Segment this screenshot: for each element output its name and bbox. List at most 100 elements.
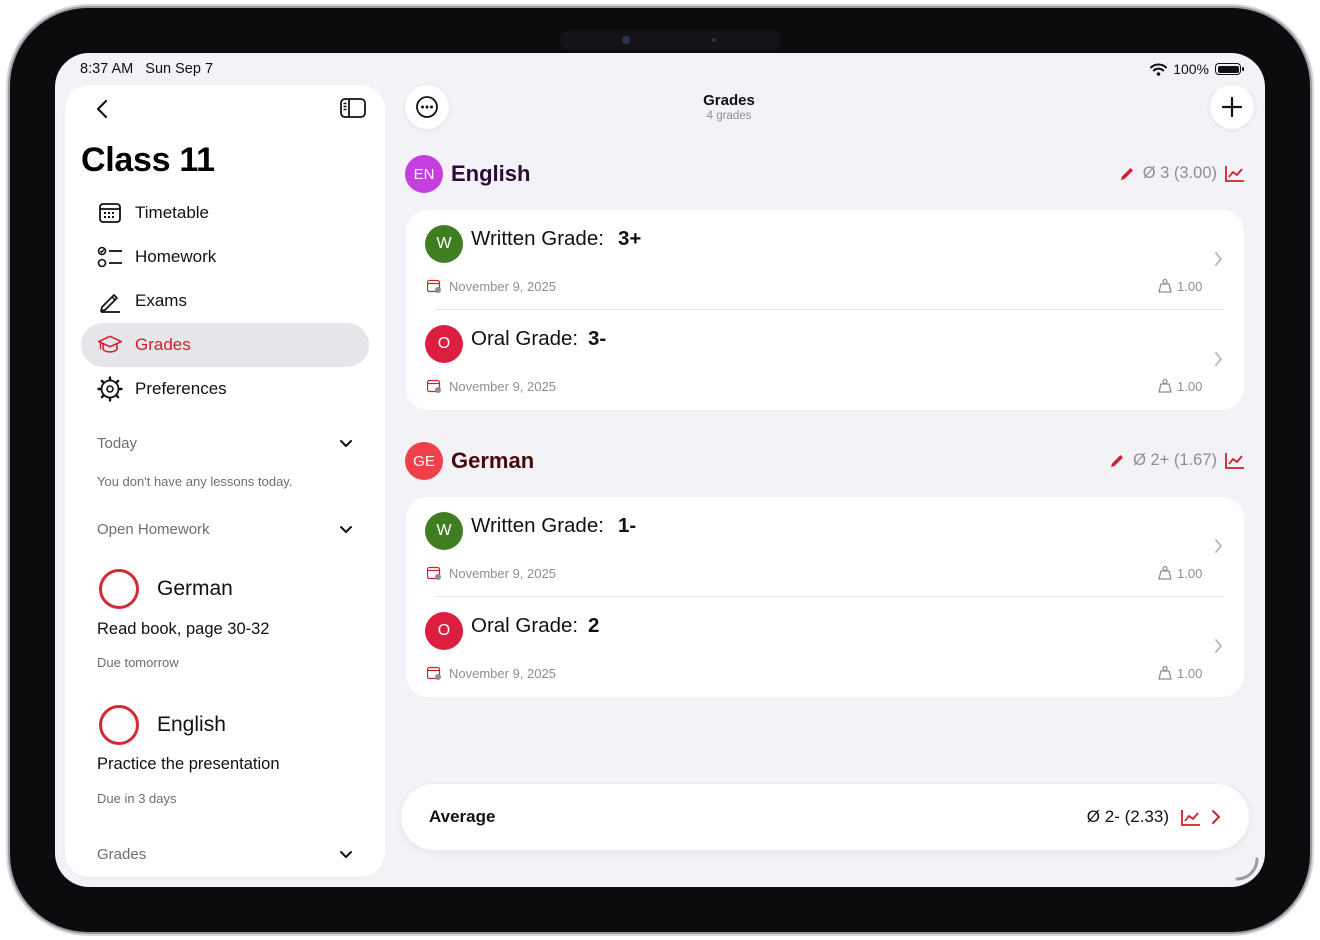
- sidebar-item-timetable[interactable]: Timetable: [81, 191, 369, 235]
- subject-header-english: EN English Ø 3 (3.00): [405, 155, 1245, 195]
- line-chart-icon: [1181, 810, 1200, 826]
- grade-row[interactable]: W Written Grade: 3+ November 9, 2025 1.0…: [406, 210, 1244, 310]
- sidebar-item-homework[interactable]: Homework: [81, 235, 369, 279]
- screen: 8:37 AM Sun Sep 7 100% Class 11 Timetabl…: [55, 53, 1265, 887]
- sidebar-item-preferences[interactable]: Preferences: [81, 367, 369, 411]
- subject-name: German: [451, 448, 535, 473]
- add-grade-button[interactable]: [1210, 85, 1254, 129]
- sidebar-nav: Timetable Homework Exams Grades Preferen…: [81, 191, 369, 411]
- grade-value: 1-: [618, 514, 637, 537]
- chevron-right-icon: [1212, 810, 1220, 824]
- sidebar-title: Class 11: [81, 141, 215, 179]
- grade-row[interactable]: O Oral Grade: 2 November 9, 2025 1.00: [406, 597, 1244, 697]
- grade-date: November 9, 2025: [449, 279, 556, 294]
- grade-type-label: Written Grade:: [471, 227, 604, 250]
- back-chevron-icon[interactable]: [93, 97, 113, 121]
- sidebar-item-grades[interactable]: Grades: [81, 323, 369, 367]
- chevron-right-icon: [1215, 539, 1222, 553]
- battery-percent: 100%: [1173, 61, 1209, 77]
- status-indicators: 100%: [1150, 61, 1244, 77]
- calendar-badge-icon: [427, 666, 441, 680]
- subject-header-german: GE German Ø 2+ (1.67): [405, 442, 1245, 482]
- calendar-badge-icon: [427, 379, 441, 393]
- weight-icon: [1158, 378, 1172, 393]
- battery-icon: [1215, 63, 1244, 75]
- status-time: 8:37 AM Sun Sep 7: [80, 61, 213, 77]
- more-options-button[interactable]: [405, 85, 449, 129]
- weight-icon: [1158, 278, 1172, 293]
- grade-weight: 1.00: [1177, 666, 1203, 681]
- weight-icon: [1158, 565, 1172, 580]
- homework-checkbox[interactable]: [99, 705, 139, 745]
- sidebar: Class 11 Timetable Homework Exams Grades…: [65, 85, 385, 877]
- calendar-badge-icon: [427, 566, 441, 580]
- grade-type-badge: O: [425, 612, 463, 650]
- edit-pencil-icon[interactable]: [1119, 166, 1135, 182]
- grade-date: November 9, 2025: [449, 666, 556, 681]
- homework-due: Due in 3 days: [97, 791, 177, 806]
- pencil-icon: [97, 288, 123, 314]
- grade-weight: 1.00: [1177, 379, 1203, 394]
- subject-average-value: Ø 2+ (1.67): [1133, 451, 1217, 469]
- grade-date: November 9, 2025: [449, 566, 556, 581]
- subject-average-value: Ø 3 (3.00): [1142, 164, 1217, 182]
- checklist-icon: [97, 244, 123, 270]
- sidebar-item-label: Preferences: [135, 379, 227, 398]
- homework-subject: English: [157, 713, 226, 736]
- line-chart-icon[interactable]: [1225, 165, 1245, 183]
- subject-badge: EN: [405, 155, 443, 193]
- subject-average: Ø 2+ (1.67): [1109, 451, 1245, 470]
- sidebar-toggle-icon[interactable]: [339, 97, 367, 119]
- chevron-right-icon: [1215, 352, 1222, 366]
- edit-pencil-icon[interactable]: [1109, 453, 1125, 469]
- grade-type-label: Oral Grade:: [471, 614, 579, 637]
- subject-average: Ø 3 (3.00): [1119, 164, 1245, 183]
- grade-card-german: W Written Grade: 1- November 9, 2025 1.0…: [406, 497, 1244, 697]
- graduation-cap-icon: [97, 332, 123, 358]
- line-chart-icon[interactable]: [1225, 452, 1245, 470]
- sidebar-item-label: Exams: [135, 291, 187, 310]
- sidebar-item-label: Grades: [135, 335, 191, 354]
- homework-checkbox[interactable]: [99, 569, 139, 609]
- grade-date: November 9, 2025: [449, 379, 556, 394]
- section-open-homework-header[interactable]: Open Homework: [97, 521, 210, 538]
- chevron-down-icon[interactable]: [339, 850, 353, 860]
- grade-row[interactable]: W Written Grade: 1- November 9, 2025 1.0…: [406, 497, 1244, 597]
- grade-value: 3+: [618, 227, 642, 250]
- section-grades-header[interactable]: Grades: [97, 846, 146, 863]
- gear-icon: [97, 376, 123, 402]
- average-summary-bar[interactable]: Average Ø 2- (2.33): [401, 784, 1249, 850]
- chevron-right-icon: [1215, 252, 1222, 266]
- grade-card-english: W Written Grade: 3+ November 9, 2025 1.0…: [406, 210, 1244, 410]
- status-clock: 8:37 AM: [80, 61, 134, 77]
- grade-value: 2: [588, 614, 600, 637]
- weight-icon: [1158, 665, 1172, 680]
- section-today-header[interactable]: Today: [97, 435, 137, 452]
- chevron-down-icon[interactable]: [339, 439, 353, 449]
- ellipsis-circle-icon: [416, 96, 438, 118]
- average-value: Ø 2- (2.33): [1086, 807, 1169, 826]
- grade-value: 3-: [588, 327, 607, 350]
- homework-subject: German: [157, 577, 233, 600]
- sidebar-item-label: Timetable: [135, 203, 210, 222]
- page-title-block: Grades 4 grades: [629, 92, 829, 122]
- grade-type-label: Oral Grade:: [471, 327, 579, 350]
- plus-icon: [1221, 96, 1243, 118]
- today-empty-text: You don't have any lessons today.: [97, 474, 293, 489]
- wifi-icon: [1150, 63, 1168, 76]
- sidebar-item-exams[interactable]: Exams: [81, 279, 369, 323]
- subject-badge: GE: [405, 442, 443, 480]
- grade-weight: 1.00: [1177, 279, 1203, 294]
- resize-handle-icon[interactable]: [1233, 855, 1259, 881]
- calendar-badge-icon: [427, 279, 441, 293]
- sidebar-item-label: Homework: [135, 247, 217, 266]
- grade-type-label: Written Grade:: [471, 514, 604, 537]
- calendar-icon: [97, 200, 123, 226]
- average-label: Average: [429, 807, 496, 826]
- status-date: Sun Sep 7: [145, 61, 214, 77]
- grade-type-badge: W: [425, 512, 463, 550]
- homework-task: Practice the presentation: [97, 755, 280, 773]
- grade-row[interactable]: O Oral Grade: 3- November 9, 2025 1.00: [406, 310, 1244, 410]
- chevron-down-icon[interactable]: [339, 525, 353, 535]
- camera-icon: [622, 36, 630, 44]
